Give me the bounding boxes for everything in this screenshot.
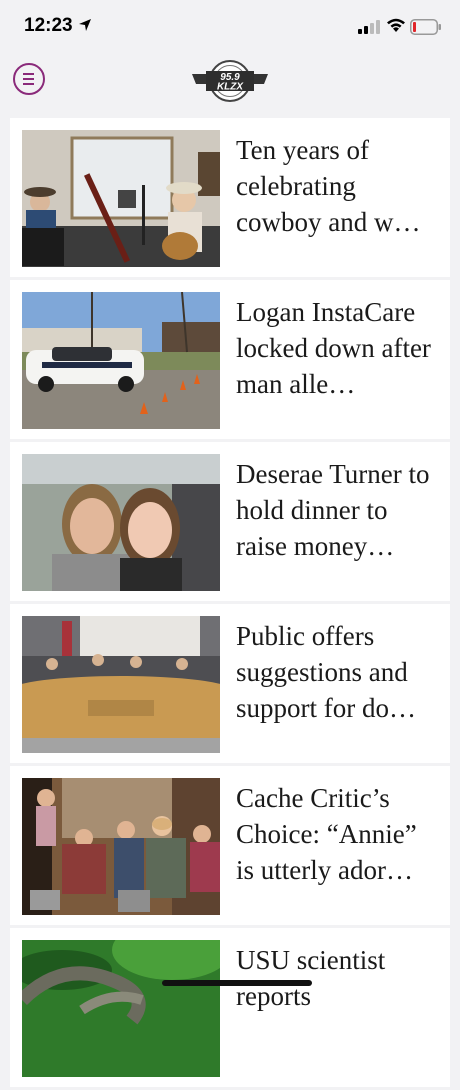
- hamburger-icon: [23, 72, 34, 75]
- article-card[interactable]: Logan InstaCare locked down after man al…: [10, 280, 450, 439]
- police-car-photo[interactable]: [22, 292, 220, 429]
- logo-callsign: KLZX: [217, 82, 244, 93]
- article-feed: Ten years of celebrating cowboy and w… L…: [10, 118, 450, 1090]
- article-card[interactable]: USU scientist reports: [10, 928, 450, 1087]
- hamburger-icon-bar: [23, 77, 34, 80]
- home-indicator[interactable]: [162, 980, 312, 986]
- cowboy-musicians-photo[interactable]: [22, 130, 220, 267]
- city-council-photo[interactable]: [22, 616, 220, 753]
- article-headline[interactable]: Cache Critic’s Choice: “Annie” is utterl…: [236, 780, 441, 888]
- location-arrow-icon: [79, 19, 91, 31]
- cellular-signal-icon: [358, 20, 380, 34]
- battery-icon: [410, 19, 441, 35]
- status-bar: 12:23: [0, 0, 460, 56]
- article-card[interactable]: Deserae Turner to hold dinner to raise m…: [10, 442, 450, 601]
- hamburger-icon-bar: [23, 82, 34, 85]
- theater-cast-photo[interactable]: [22, 778, 220, 915]
- article-card[interactable]: Ten years of celebrating cowboy and w…: [10, 118, 450, 277]
- article-card[interactable]: Public offers suggestions and support fo…: [10, 604, 450, 763]
- article-headline[interactable]: Logan InstaCare locked down after man al…: [236, 294, 441, 402]
- two-women-photo[interactable]: [22, 454, 220, 591]
- article-card[interactable]: Cache Critic’s Choice: “Annie” is utterl…: [10, 766, 450, 925]
- snake-photo[interactable]: [22, 940, 220, 1077]
- menu-button[interactable]: [13, 63, 45, 95]
- station-logo[interactable]: 95.9 KLZX: [190, 58, 270, 104]
- article-headline[interactable]: Deserae Turner to hold dinner to raise m…: [236, 456, 441, 564]
- status-time: 12:23: [24, 15, 73, 36]
- article-headline[interactable]: Ten years of celebrating cowboy and w…: [236, 132, 441, 240]
- article-headline[interactable]: USU scientist reports: [236, 942, 441, 1014]
- article-headline[interactable]: Public offers suggestions and support fo…: [236, 618, 441, 726]
- wifi-icon: [387, 18, 405, 32]
